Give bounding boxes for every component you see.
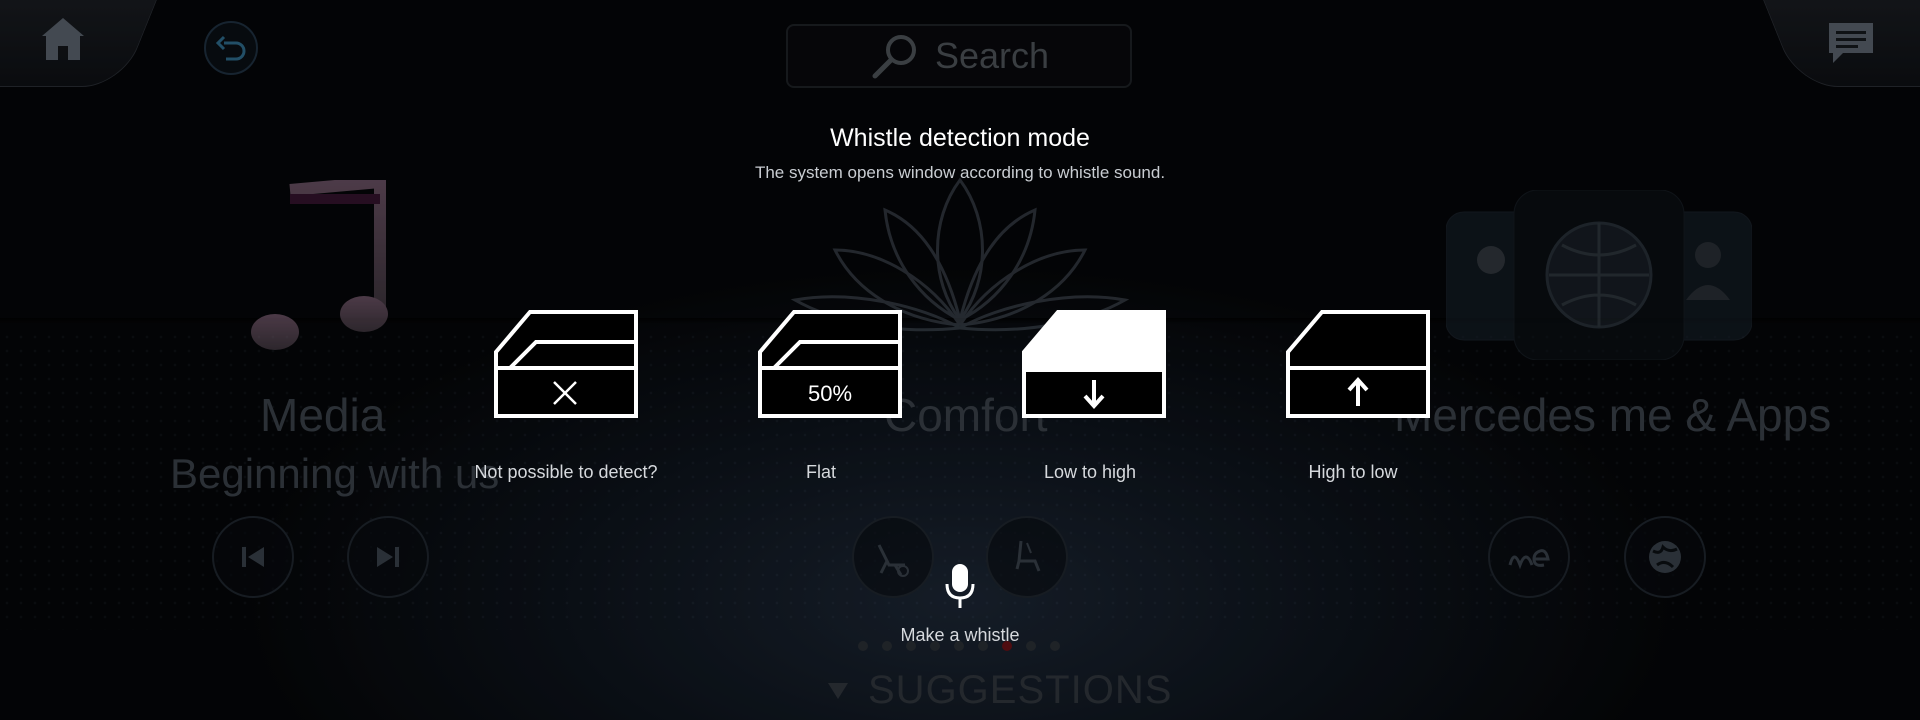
dialog-overlay: [0, 0, 1920, 720]
option-label: Low to high: [1043, 462, 1137, 482]
dialog-title: Whistle detection mode: [830, 124, 1090, 152]
window-up-arrow-icon: [1286, 310, 1430, 418]
microphone-icon[interactable]: [944, 562, 976, 610]
option-flat[interactable]: 50%: [756, 308, 904, 420]
option-label: Flat: [805, 462, 836, 482]
screen: Search Media Beginning with us Comfort M…: [0, 0, 1920, 720]
flat-value-text: 50%: [807, 381, 853, 406]
mic-label: Make a whistle: [900, 625, 1020, 645]
window-cross-icon: [494, 310, 638, 418]
window-down-arrow-icon: [1022, 310, 1166, 418]
dialog-subtitle: The system opens window according to whi…: [754, 163, 1166, 182]
option-high-to-low[interactable]: [1284, 308, 1432, 420]
option-label: High to low: [1308, 462, 1398, 482]
option-not-possible[interactable]: [492, 308, 640, 420]
option-low-to-high[interactable]: [1020, 308, 1168, 420]
